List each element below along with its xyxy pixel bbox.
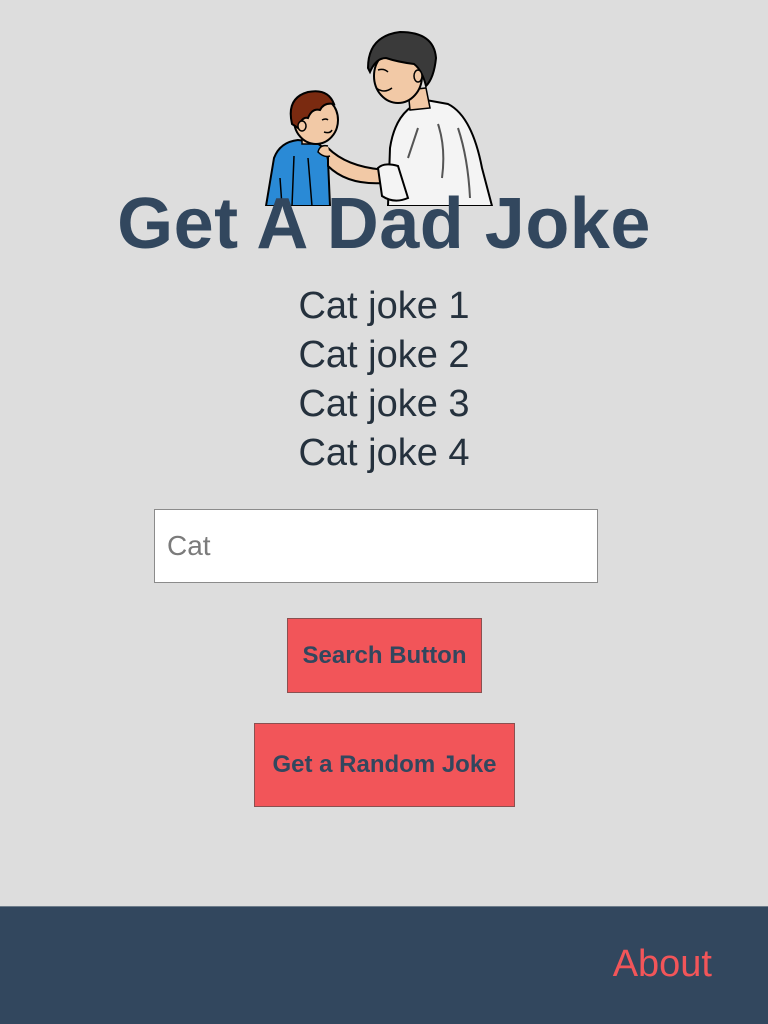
search-button[interactable]: Search Button <box>287 618 482 693</box>
list-item: Cat joke 3 <box>298 383 470 425</box>
footer: About <box>0 906 768 1024</box>
list-item: Cat joke 1 <box>298 285 470 327</box>
father-and-son-illustration <box>264 30 494 206</box>
list-item: Cat joke 2 <box>298 334 470 376</box>
about-link[interactable]: About <box>613 943 712 986</box>
page-title: Get A Dad Joke <box>117 184 651 264</box>
list-item: Cat joke 4 <box>298 432 470 474</box>
joke-list: Cat joke 1 Cat joke 2 Cat joke 3 Cat jok… <box>0 282 768 478</box>
search-input[interactable] <box>154 509 598 583</box>
random-joke-button[interactable]: Get a Random Joke <box>254 723 515 807</box>
